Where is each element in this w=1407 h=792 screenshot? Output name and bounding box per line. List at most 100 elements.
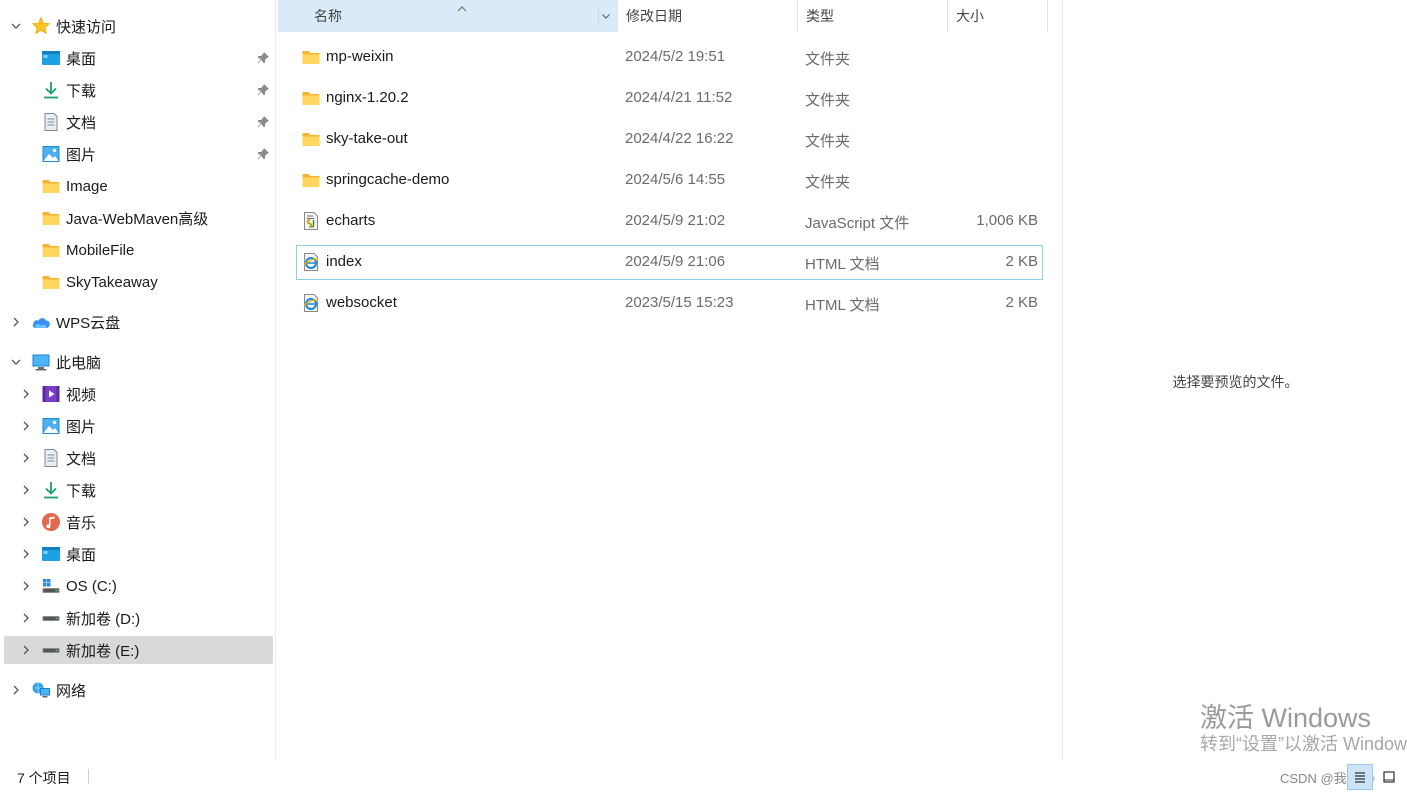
chevron-right-icon[interactable] <box>21 613 31 623</box>
item-count: 7 个项目 <box>17 770 71 786</box>
chevron-right-icon[interactable] <box>11 685 21 695</box>
nav-item-wps-cloud[interactable]: WPS云盘 <box>4 308 273 336</box>
column-header: 名称 修改日期 类型 大小 <box>278 0 1048 32</box>
chevron-down-icon[interactable] <box>598 9 612 23</box>
preview-message: 选择要预览的文件。 <box>1172 374 1299 390</box>
nav-item-pc-pictures[interactable]: 图片 <box>4 412 273 440</box>
nav-item-folder-java[interactable]: Java-WebMaven高级 <box>4 204 273 232</box>
pin-icon[interactable] <box>256 83 270 97</box>
file-row[interactable]: sky-take-out 2024/4/22 16:22 文件夹 <box>296 122 1043 157</box>
file-size: 2 KB <box>1005 294 1038 311</box>
chevron-right-icon[interactable] <box>21 421 31 431</box>
nav-label: SkyTakeaway <box>66 273 158 291</box>
file-row[interactable]: nginx-1.20.2 2024/4/21 11:52 文件夹 <box>296 81 1043 116</box>
details-view-button[interactable] <box>1347 764 1373 790</box>
folder-icon <box>41 240 61 260</box>
nav-item-drive-e[interactable]: 新加卷 (E:) <box>4 636 273 664</box>
file-type: JavaScript 文件 <box>805 215 910 232</box>
file-name: echarts <box>326 212 376 229</box>
nav-label: 图片 <box>66 418 97 436</box>
pin-icon[interactable] <box>256 51 270 65</box>
file-date: 2024/5/6 14:55 <box>625 171 726 188</box>
file-row[interactable]: mp-weixin 2024/5/2 19:51 文件夹 <box>296 40 1043 75</box>
nav-item-pc-desktop[interactable]: 桌面 <box>4 540 273 568</box>
desktop-icon <box>41 544 61 564</box>
nav-label: 新加卷 (E:) <box>66 642 140 660</box>
chevron-right-icon[interactable] <box>21 645 31 655</box>
nav-label: Java-WebMaven高级 <box>66 210 209 228</box>
nav-item-videos[interactable]: 视频 <box>4 380 273 408</box>
navigation-pane: 快速访问 桌面 下载 文档 图片 Image Java-WebMaven高级 M… <box>0 0 276 760</box>
nav-item-folder-skytakeaway[interactable]: SkyTakeaway <box>4 268 273 296</box>
chevron-right-icon[interactable] <box>21 389 31 399</box>
chevron-down-icon[interactable] <box>11 21 21 31</box>
chevron-down-icon[interactable] <box>11 357 21 367</box>
download-icon <box>41 480 61 500</box>
status-divider <box>88 769 89 784</box>
details-view-icon <box>1355 772 1365 783</box>
file-name: mp-weixin <box>326 48 394 65</box>
chevron-right-icon[interactable] <box>21 485 31 495</box>
nav-item-pc-downloads[interactable]: 下载 <box>4 476 273 504</box>
file-name: springcache-demo <box>326 171 450 188</box>
nav-item-quick-access[interactable]: 快速访问 <box>4 12 273 40</box>
nav-item-this-pc[interactable]: 此电脑 <box>4 348 273 376</box>
download-icon <box>41 80 61 100</box>
file-name: sky-take-out <box>326 130 408 147</box>
nav-item-desktop[interactable]: 桌面 <box>4 44 273 72</box>
sort-ascending-icon <box>456 0 468 12</box>
column-header-name[interactable]: 名称 <box>278 0 618 32</box>
column-header-label: 修改日期 <box>626 8 682 24</box>
pin-icon[interactable] <box>256 115 270 129</box>
file-type: HTML 文档 <box>805 297 880 314</box>
status-bar: 7 个项目 CSDN @我要400 <box>0 760 1407 792</box>
nav-item-pc-documents[interactable]: 文档 <box>4 444 273 472</box>
nav-item-pictures[interactable]: 图片 <box>4 140 273 168</box>
large-icons-view-button[interactable] <box>1376 764 1402 790</box>
computer-icon <box>31 352 51 372</box>
file-date: 2023/5/15 15:23 <box>625 294 734 311</box>
document-icon <box>41 448 61 468</box>
file-size: 1,006 KB <box>976 212 1038 229</box>
nav-label: 下载 <box>66 482 97 500</box>
nav-label: 桌面 <box>66 50 97 68</box>
file-row[interactable]: websocket 2023/5/15 15:23 HTML 文档 2 KB <box>296 286 1043 321</box>
nav-item-drive-d[interactable]: 新加卷 (D:) <box>4 604 273 632</box>
chevron-right-icon[interactable] <box>21 549 31 559</box>
column-header-size[interactable]: 大小 <box>948 0 1048 32</box>
activation-watermark-subtitle: 转到“设置”以激活 Windows。 <box>1200 734 1407 754</box>
network-icon <box>31 680 51 700</box>
nav-item-folder-image[interactable]: Image <box>4 172 273 200</box>
file-type: 文件夹 <box>805 51 851 68</box>
column-header-label: 大小 <box>956 8 984 24</box>
chevron-right-icon[interactable] <box>21 581 31 591</box>
nav-item-network[interactable]: 网络 <box>4 676 273 704</box>
column-header-type[interactable]: 类型 <box>798 0 948 32</box>
nav-item-downloads[interactable]: 下载 <box>4 76 273 104</box>
file-type: 文件夹 <box>805 174 851 191</box>
chevron-right-icon[interactable] <box>11 317 21 327</box>
nav-item-drive-c[interactable]: OS (C:) <box>4 572 273 600</box>
nav-label: 文档 <box>66 114 97 132</box>
nav-item-music[interactable]: 音乐 <box>4 508 273 536</box>
drive-icon <box>41 608 61 628</box>
folder-icon <box>41 176 61 196</box>
file-size: 2 KB <box>1005 253 1038 270</box>
file-row-focused[interactable]: index 2024/5/9 21:06 HTML 文档 2 KB <box>296 245 1043 280</box>
nav-label: 桌面 <box>66 546 97 564</box>
file-row[interactable]: echarts 2024/5/9 21:02 JavaScript 文件 1,0… <box>296 204 1043 239</box>
large-icons-view-icon <box>1383 771 1395 783</box>
file-name: index <box>326 253 362 270</box>
cloud-icon <box>31 312 51 332</box>
file-type: 文件夹 <box>805 133 851 150</box>
pin-icon[interactable] <box>256 147 270 161</box>
file-row[interactable]: springcache-demo 2024/5/6 14:55 文件夹 <box>296 163 1043 198</box>
file-type: 文件夹 <box>805 92 851 109</box>
nav-item-folder-mobilefile[interactable]: MobileFile <box>4 236 273 264</box>
chevron-right-icon[interactable] <box>21 517 31 527</box>
document-icon <box>41 112 61 132</box>
column-header-date[interactable]: 修改日期 <box>618 0 798 32</box>
chevron-right-icon[interactable] <box>21 453 31 463</box>
nav-label: 图片 <box>66 146 97 164</box>
nav-item-documents[interactable]: 文档 <box>4 108 273 136</box>
